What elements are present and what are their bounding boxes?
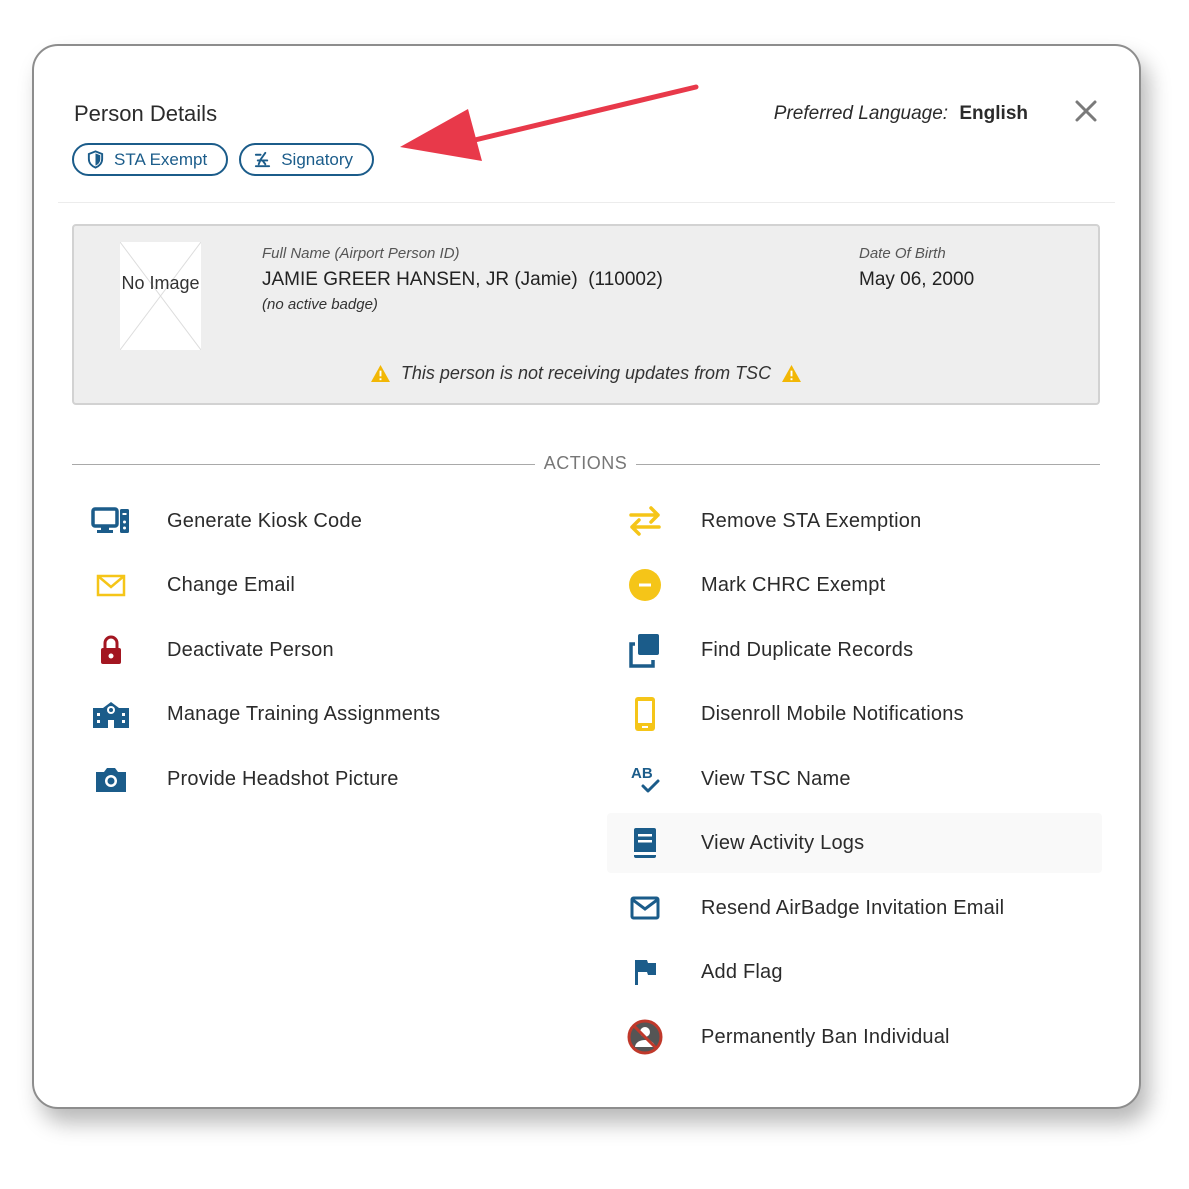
action-resend-invitation[interactable]: Resend AirBadge Invitation Email (607, 878, 1102, 938)
book-icon (634, 828, 656, 858)
action-view-activity-logs[interactable]: View Activity Logs (607, 813, 1102, 873)
swap-arrows-icon (629, 506, 661, 536)
person-details-modal: Person Details STA Exempt Signatory Pref… (32, 44, 1141, 1109)
tsc-warning: This person is not receiving updates fro… (74, 363, 1098, 384)
action-view-tsc-name[interactable]: AB View TSC Name (607, 749, 1102, 809)
action-label: Find Duplicate Records (701, 638, 914, 661)
action-mark-chrc-exempt[interactable]: Mark CHRC Exempt (607, 555, 1102, 615)
red-arrow-icon (400, 84, 699, 161)
badge-note: (no active badge) (262, 296, 378, 313)
signature-icon (255, 151, 271, 168)
person-summary-card: No Image Full Name (Airport Person ID) J… (72, 224, 1100, 405)
action-provide-headshot[interactable]: Provide Headshot Picture (73, 749, 593, 809)
warning-icon (370, 364, 390, 383)
kiosk-icon (91, 507, 129, 533)
header-divider (58, 202, 1115, 203)
action-label: View TSC Name (701, 767, 851, 790)
warning-text: This person is not receiving updates fro… (400, 363, 772, 383)
spellcheck-icon: AB (631, 765, 660, 793)
action-label: Change Email (167, 573, 296, 596)
sta-exempt-label: STA Exempt (114, 149, 208, 169)
action-label: Mark CHRC Exempt (701, 573, 886, 596)
shield-icon (87, 150, 104, 169)
modal-title: Person Details (74, 101, 218, 126)
action-deactivate-person[interactable]: Deactivate Person (73, 620, 593, 680)
preferred-language-label: Preferred Language: (773, 103, 949, 124)
flag-icon (635, 960, 656, 985)
svg-text:AB: AB (631, 765, 653, 782)
full-name-value: JAMIE GREER HANSEN, JR (Jamie) (110002) (262, 269, 663, 290)
action-manage-training[interactable]: Manage Training Assignments (73, 684, 593, 744)
minus-circle-icon (629, 569, 661, 601)
mobile-icon (635, 697, 655, 731)
action-remove-sta-exemption[interactable]: Remove STA Exemption (607, 491, 1102, 551)
headshot-placeholder: No Image (120, 242, 201, 350)
action-generate-kiosk-code[interactable]: Generate Kiosk Code (73, 491, 593, 551)
dob-value: May 06, 2000 (859, 269, 975, 290)
action-label: Resend AirBadge Invitation Email (701, 896, 1005, 919)
envelope-icon (96, 574, 126, 597)
dob-label: Date Of Birth (859, 245, 946, 262)
action-disenroll-mobile[interactable]: Disenroll Mobile Notifications (607, 684, 1102, 744)
action-label: Provide Headshot Picture (167, 767, 399, 790)
action-label: Permanently Ban Individual (701, 1025, 950, 1048)
sta-exempt-pill[interactable]: STA Exempt (72, 143, 229, 176)
action-label: View Activity Logs (701, 831, 865, 854)
school-icon (93, 702, 129, 728)
preferred-language-value: English (959, 103, 1028, 124)
ban-person-icon (627, 1019, 663, 1055)
duplicate-icon (629, 634, 659, 668)
action-permanently-ban[interactable]: Permanently Ban Individual (607, 1007, 1102, 1067)
action-find-duplicates[interactable]: Find Duplicate Records (607, 620, 1102, 680)
actions-heading: ACTIONS (543, 453, 628, 473)
signatory-label: Signatory (281, 149, 354, 169)
action-label: Generate Kiosk Code (167, 509, 363, 532)
full-name-label: Full Name (Airport Person ID) (262, 245, 460, 262)
action-label: Manage Training Assignments (167, 702, 441, 725)
no-image-text: No Image (121, 273, 200, 293)
lock-icon (101, 635, 121, 664)
action-add-flag[interactable]: Add Flag (607, 942, 1102, 1002)
action-change-email[interactable]: Change Email (73, 555, 593, 615)
action-label: Remove STA Exemption (701, 509, 922, 532)
actions-divider: ACTIONS (72, 453, 1100, 475)
action-label: Disenroll Mobile Notifications (701, 702, 964, 725)
envelope-outline-icon (630, 896, 660, 920)
warning-icon (782, 364, 802, 383)
action-label: Add Flag (701, 960, 783, 983)
camera-icon (96, 768, 126, 792)
signatory-pill[interactable]: Signatory (239, 143, 375, 176)
action-label: Deactivate Person (167, 638, 334, 661)
close-icon[interactable] (1073, 98, 1099, 124)
status-pills: STA Exempt Signatory (72, 143, 375, 176)
preferred-language: Preferred Language: English (774, 103, 1028, 125)
